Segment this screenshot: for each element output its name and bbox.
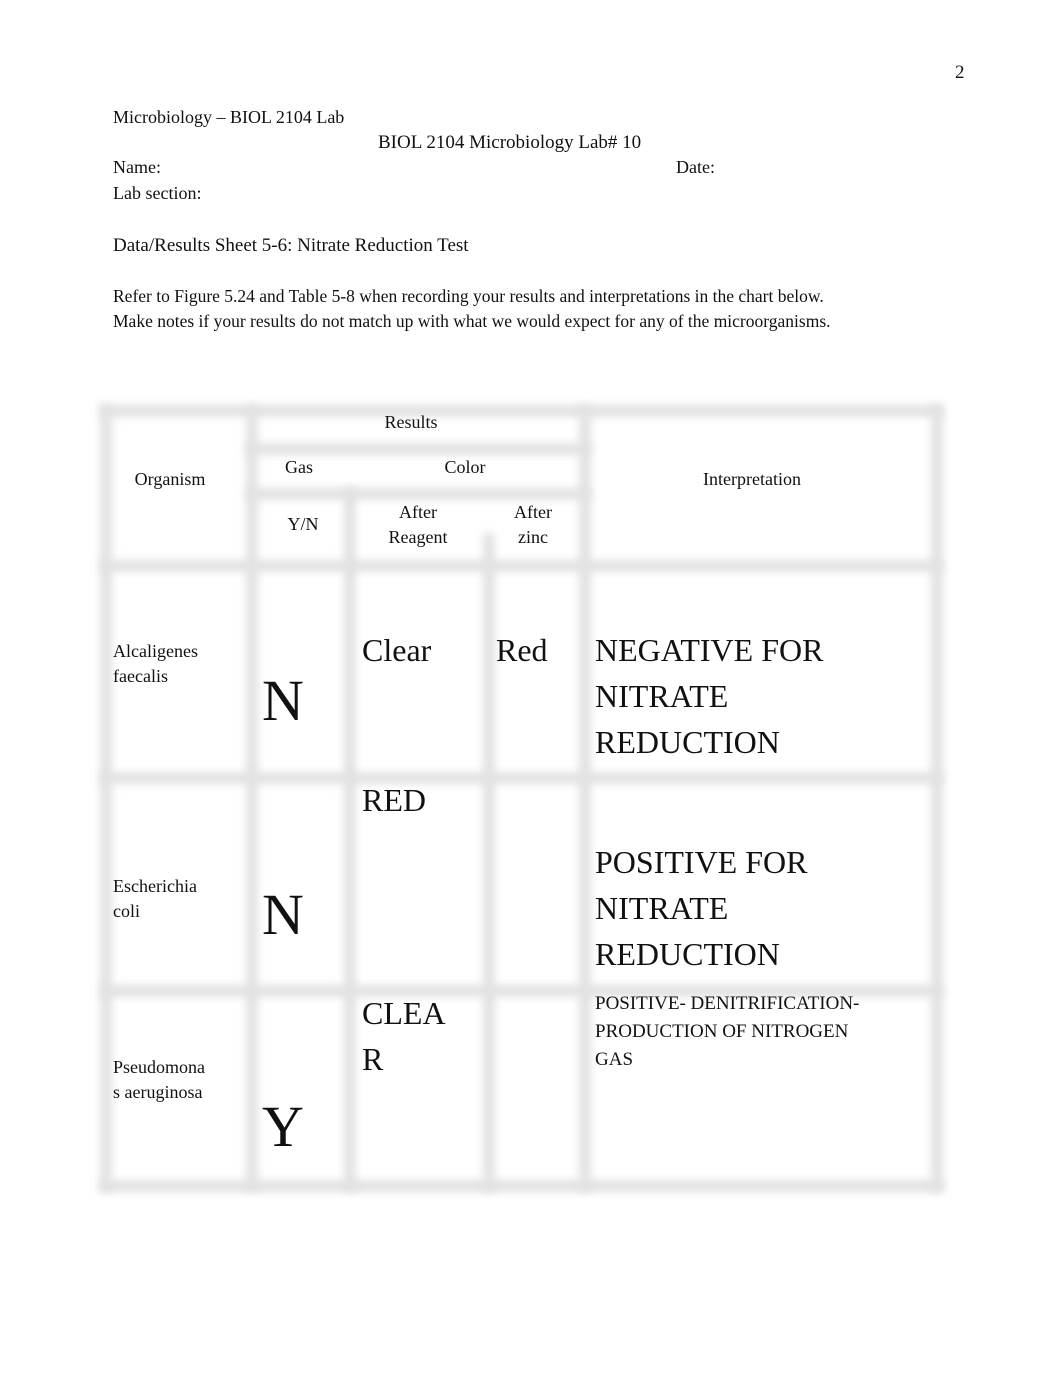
table-border-right bbox=[931, 405, 943, 1192]
table-row-1-after-zinc[interactable]: Red bbox=[496, 627, 548, 673]
grid-h-header-bottom bbox=[100, 560, 943, 572]
header-after-reagent-line2: Reagent bbox=[388, 527, 448, 547]
sheet-title: Data/Results Sheet 5-6: Nitrate Reductio… bbox=[113, 235, 469, 256]
name-label: Name: bbox=[113, 157, 161, 177]
interpretation-line2: NITRATE bbox=[595, 678, 729, 714]
after-reagent-line1: RED bbox=[362, 782, 426, 818]
grid-v-3 bbox=[483, 533, 495, 1192]
table-row-1-gas[interactable]: N bbox=[262, 671, 304, 731]
table-row-2-organism: Escherichia coli bbox=[113, 874, 243, 924]
lab-title: BIOL 2104 Microbiology Lab# 10 bbox=[378, 132, 642, 153]
table-row-3-after-reagent[interactable]: CLEA R bbox=[362, 990, 446, 1082]
interpretation-line1: NEGATIVE FOR bbox=[595, 632, 824, 668]
interpretation-line3: REDUCTION bbox=[595, 936, 780, 972]
interpretation-line1: POSITIVE FOR bbox=[595, 844, 808, 880]
grid-h-results bbox=[246, 443, 591, 455]
lab-section-label: Lab section: bbox=[113, 183, 202, 203]
table-row-3-gas[interactable]: Y bbox=[262, 1097, 304, 1157]
header-after-zinc-line2: zinc bbox=[518, 527, 548, 547]
header-results: Results bbox=[384, 412, 438, 432]
organism-line1: Pseudomona bbox=[113, 1057, 205, 1077]
page-number: 2 bbox=[955, 62, 965, 83]
organism-line2: faecalis bbox=[113, 666, 168, 686]
header-after-reagent: After Reagent bbox=[356, 500, 480, 550]
header-after-zinc-line1: After bbox=[514, 502, 552, 522]
after-reagent-line1: CLEA bbox=[362, 995, 446, 1031]
date-label: Date: bbox=[676, 157, 715, 177]
course-line: Microbiology – BIOL 2104 Lab bbox=[113, 107, 345, 127]
header-after-reagent-line1: After bbox=[399, 502, 437, 522]
header-interpretation: Interpretation bbox=[703, 469, 801, 489]
table-row-1-after-reagent[interactable]: Clear bbox=[362, 627, 431, 673]
table-row-3-organism: Pseudomona s aeruginosa bbox=[113, 1055, 243, 1105]
header-gas: Gas bbox=[285, 457, 313, 477]
grid-v-1 bbox=[246, 405, 258, 1192]
table-row-1-organism: Alcaligenes faecalis bbox=[113, 639, 243, 689]
grid-h-row-1 bbox=[100, 772, 943, 784]
table-row-3-interpretation[interactable]: POSITIVE- DENITRIFICATION- PRODUCTION OF… bbox=[595, 990, 859, 1074]
after-reagent-line2: R bbox=[362, 1041, 384, 1077]
header-yn: Y/N bbox=[287, 514, 319, 534]
grid-h-subheader bbox=[246, 488, 591, 500]
header-after-zinc: After zinc bbox=[495, 500, 571, 550]
grid-v-4 bbox=[579, 405, 591, 1192]
grid-v-2 bbox=[344, 487, 356, 1192]
interpretation-line2: NITRATE bbox=[595, 890, 729, 926]
organism-line1: Alcaligenes bbox=[113, 641, 198, 661]
table-row-2-interpretation[interactable]: POSITIVE FOR NITRATE REDUCTION bbox=[595, 839, 807, 977]
organism-line1: Escherichia bbox=[113, 876, 197, 896]
table-row-2-gas[interactable]: N bbox=[262, 885, 304, 945]
table-border-bottom bbox=[100, 1180, 943, 1192]
interpretation-line2: PRODUCTION OF NITROGEN bbox=[595, 1021, 849, 1042]
organism-line2: coli bbox=[113, 901, 140, 921]
instructions: Refer to Figure 5.24 and Table 5-8 when … bbox=[113, 286, 831, 331]
table-row-1-interpretation[interactable]: NEGATIVE FOR NITRATE REDUCTION bbox=[595, 627, 823, 765]
table-row-2-after-reagent[interactable]: RED bbox=[362, 777, 426, 823]
interpretation-line1: POSITIVE- DENITRIFICATION- bbox=[595, 993, 860, 1014]
header-color: Color bbox=[444, 457, 486, 477]
header-organism: Organism bbox=[134, 469, 206, 489]
interpretation-line3: REDUCTION bbox=[595, 724, 780, 760]
organism-line2: s aeruginosa bbox=[113, 1082, 203, 1102]
table-border-left bbox=[100, 405, 112, 1192]
results-table: Results Organism Gas Color Y/N After Rea… bbox=[100, 405, 943, 1192]
after-reagent-line1: Clear bbox=[362, 632, 432, 668]
interpretation-line3: GAS bbox=[595, 1049, 634, 1070]
